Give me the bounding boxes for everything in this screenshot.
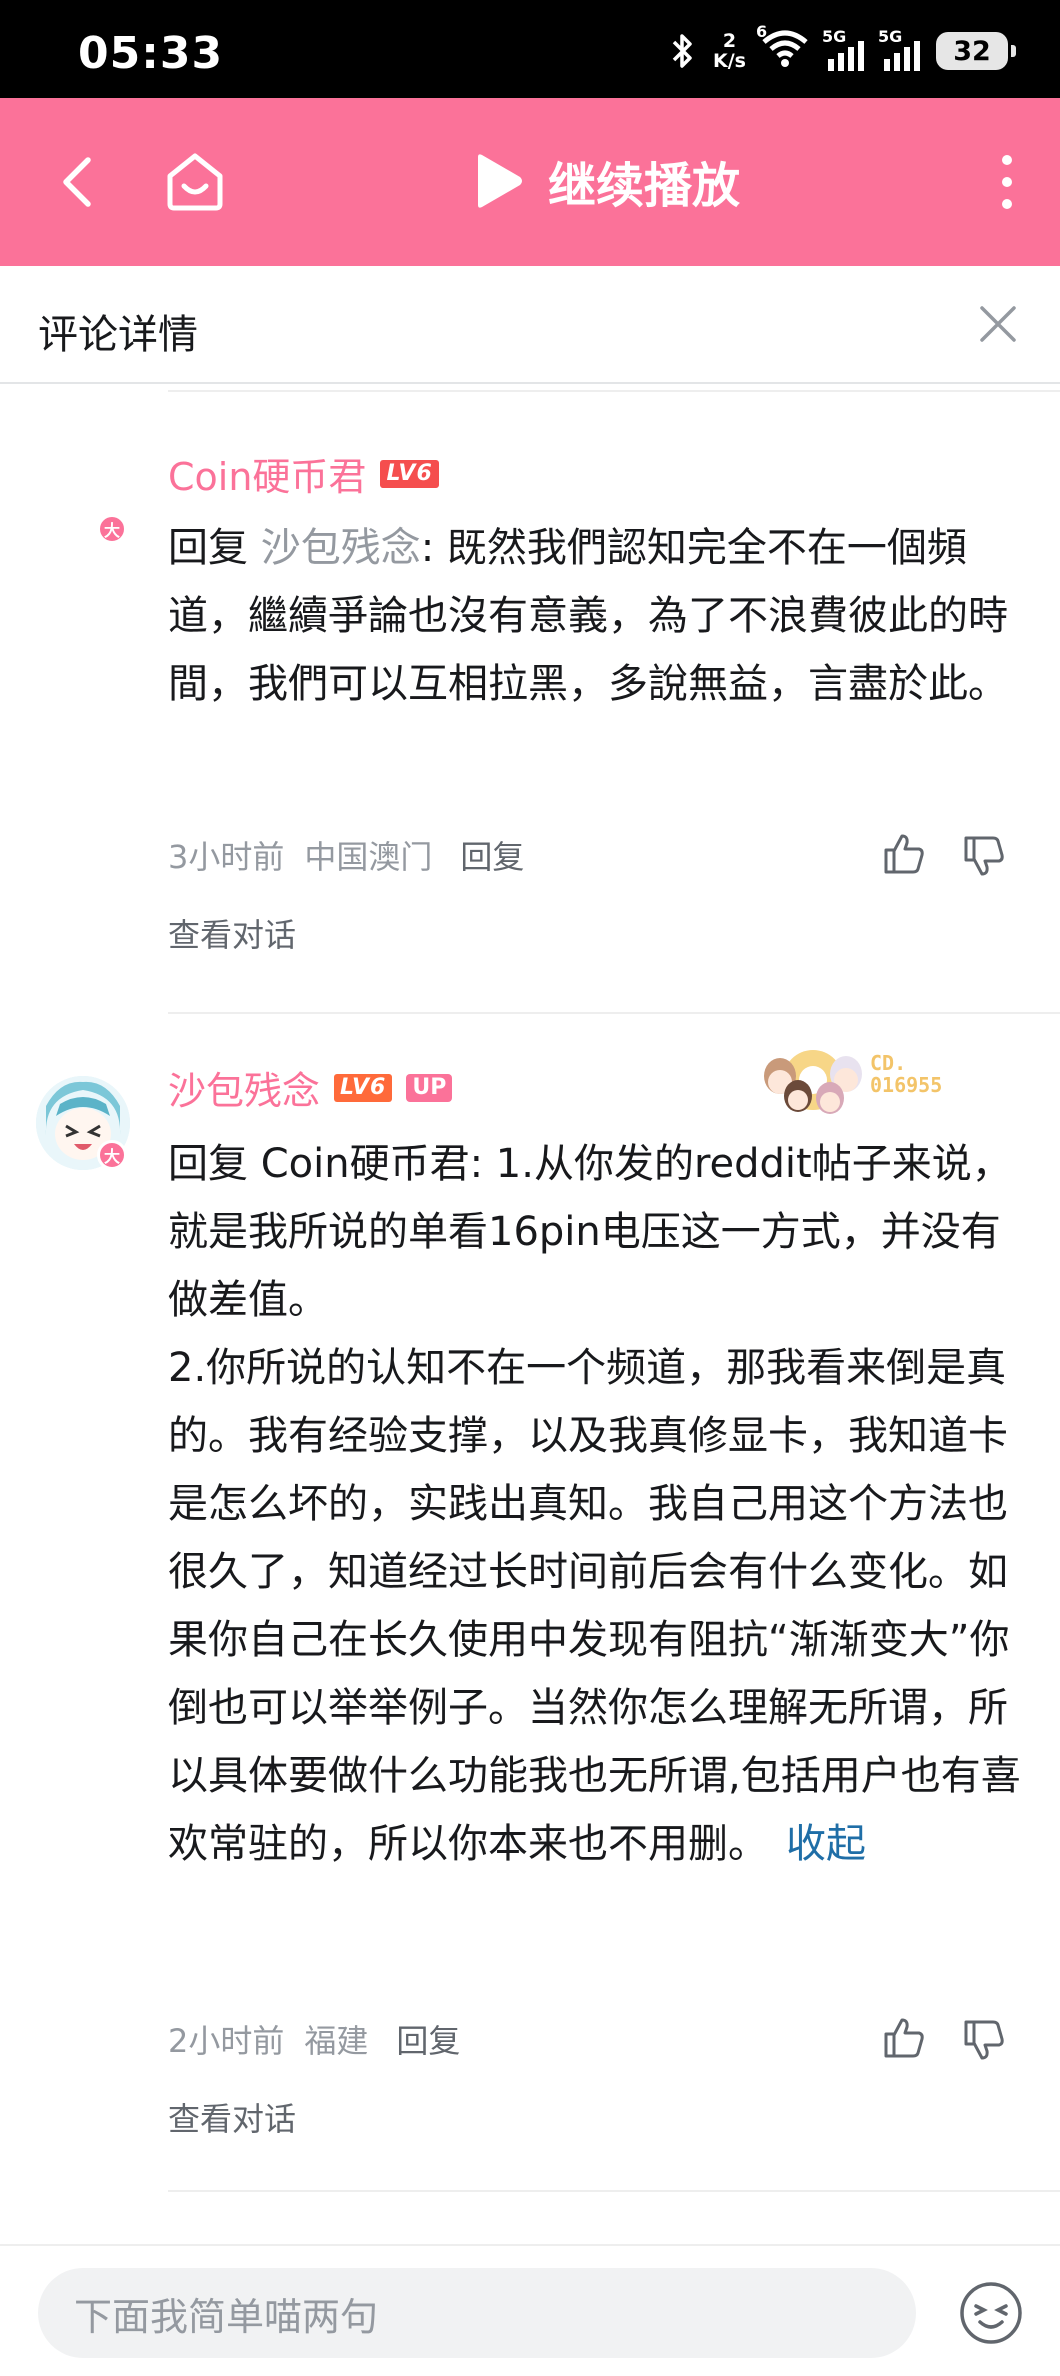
back-icon[interactable] bbox=[50, 152, 110, 212]
comment-paragraph-2: 2.你所说的认知不在一个频道，那我看来倒是真的。我有经验支撑，以及我真修显卡，我… bbox=[168, 1334, 1028, 1878]
divider bbox=[168, 390, 1060, 392]
battery-level: 32 bbox=[953, 35, 991, 67]
comment-author-row: Coin硬币君 LV6 bbox=[168, 446, 439, 501]
reply-prefix: 回复 bbox=[168, 1141, 261, 1187]
comment-text: 回复 Coin硬币君: 1.从你发的reddit帖子来说，就是我所说的单看16p… bbox=[168, 1130, 1028, 1878]
level-badge: LV6 bbox=[334, 1073, 393, 1102]
emoji-icon[interactable] bbox=[958, 2280, 1024, 2346]
collapse-button[interactable]: 收起 bbox=[786, 1821, 866, 1867]
reply-to-user[interactable]: 沙包残念 bbox=[261, 525, 421, 571]
wifi-label: 6 bbox=[756, 22, 768, 41]
comment-paragraph-1: 回复 Coin硬币君: 1.从你发的reddit帖子来说，就是我所说的单看16p… bbox=[168, 1130, 1028, 1334]
sim2-signal-icon: 5G bbox=[878, 27, 920, 71]
comment-input-placeholder: 下面我简单喵两句 bbox=[74, 2294, 379, 2339]
comment-time: 2小时前 bbox=[168, 2022, 285, 2060]
reply-prefix: 回复 bbox=[168, 525, 261, 571]
sim1-signal-icon: 5G bbox=[822, 27, 864, 71]
thumbs-down-icon[interactable] bbox=[962, 834, 1006, 878]
fan-medal-line2: 016955 bbox=[870, 1073, 943, 1097]
app-header: 继续播放 bbox=[0, 98, 1060, 266]
sim2-label: 5G bbox=[878, 27, 903, 46]
wifi-status: 6 bbox=[756, 22, 808, 72]
battery-icon: 32 bbox=[936, 32, 1016, 70]
divider bbox=[168, 2190, 1060, 2192]
thumbs-up-icon[interactable] bbox=[882, 2016, 926, 2060]
status-time: 05:33 bbox=[78, 28, 224, 79]
comment-input[interactable]: 下面我简单喵两句 bbox=[38, 2268, 916, 2358]
home-icon[interactable] bbox=[160, 146, 230, 216]
comment-meta: 2小时前 福建 回复 bbox=[168, 2016, 460, 2062]
reply-button[interactable]: 回复 bbox=[396, 2016, 460, 2062]
fan-medal-icon bbox=[764, 1050, 862, 1114]
uploader-badge: UP bbox=[406, 1073, 453, 1102]
page-title: 评论详情 bbox=[38, 312, 198, 358]
comment-meta: 3小时前 中国澳门 回复 bbox=[168, 832, 524, 878]
fan-medal-badge: CD. 016955 bbox=[758, 1034, 968, 1126]
more-options-icon[interactable] bbox=[992, 150, 1022, 214]
thumbs-up-icon[interactable] bbox=[882, 832, 926, 876]
status-bar: 05:33 2 K/s 6 5G 5G 32 bbox=[0, 0, 1060, 98]
continue-play-button[interactable]: 继续播放 bbox=[470, 148, 740, 214]
net-speed: 2 K/s bbox=[713, 31, 746, 71]
comment-detail-header: 评论详情 bbox=[0, 266, 1060, 384]
comment-author-row: 沙包残念 LV6 UP bbox=[168, 1060, 453, 1115]
net-speed-value: 2 bbox=[722, 30, 737, 52]
bluetooth-icon bbox=[672, 34, 692, 68]
view-conversation-link[interactable]: 查看对话 bbox=[168, 910, 296, 956]
play-icon bbox=[478, 154, 522, 208]
comment-username[interactable]: Coin硬币君 bbox=[168, 446, 366, 501]
comment-time: 3小时前 bbox=[168, 838, 285, 876]
comment-text: 回复 沙包残念: 既然我們認知完全不在一個頻道，繼續爭論也沒有意義，為了不浪費彼… bbox=[168, 514, 1028, 718]
level-badge: LV6 bbox=[380, 459, 439, 488]
comment-username[interactable]: 沙包残念 bbox=[168, 1060, 320, 1115]
reply-button[interactable]: 回复 bbox=[460, 832, 524, 878]
fan-medal-number: CD. 016955 bbox=[870, 1052, 942, 1096]
net-speed-unit: K/s bbox=[713, 50, 746, 72]
vip-badge: 大 bbox=[97, 1140, 127, 1170]
sim1-label: 5G bbox=[822, 27, 847, 46]
comment-location: 中国澳门 bbox=[304, 838, 433, 876]
thumbs-down-icon[interactable] bbox=[962, 2018, 1006, 2062]
close-icon[interactable] bbox=[976, 302, 1020, 346]
continue-play-label: 继续播放 bbox=[548, 158, 741, 214]
reply-to-user[interactable]: Coin硬币君 bbox=[261, 1141, 470, 1187]
comment-input-bar: 下面我简单喵两句 bbox=[0, 2244, 1060, 2376]
wifi-icon bbox=[762, 30, 808, 67]
fan-medal-line1: CD. bbox=[870, 1051, 907, 1075]
divider bbox=[168, 1012, 1060, 1014]
comment-location: 福建 bbox=[304, 2022, 369, 2060]
vip-badge: 大 bbox=[97, 514, 127, 544]
comment-body-part2: 2.你所说的认知不在一个频道，那我看来倒是真的。我有经验支撑，以及我真修显卡，我… bbox=[168, 1345, 1021, 1867]
status-icons: 2 K/s 6 5G 5G 32 bbox=[669, 22, 1016, 76]
view-conversation-link[interactable]: 查看对话 bbox=[168, 2094, 296, 2140]
